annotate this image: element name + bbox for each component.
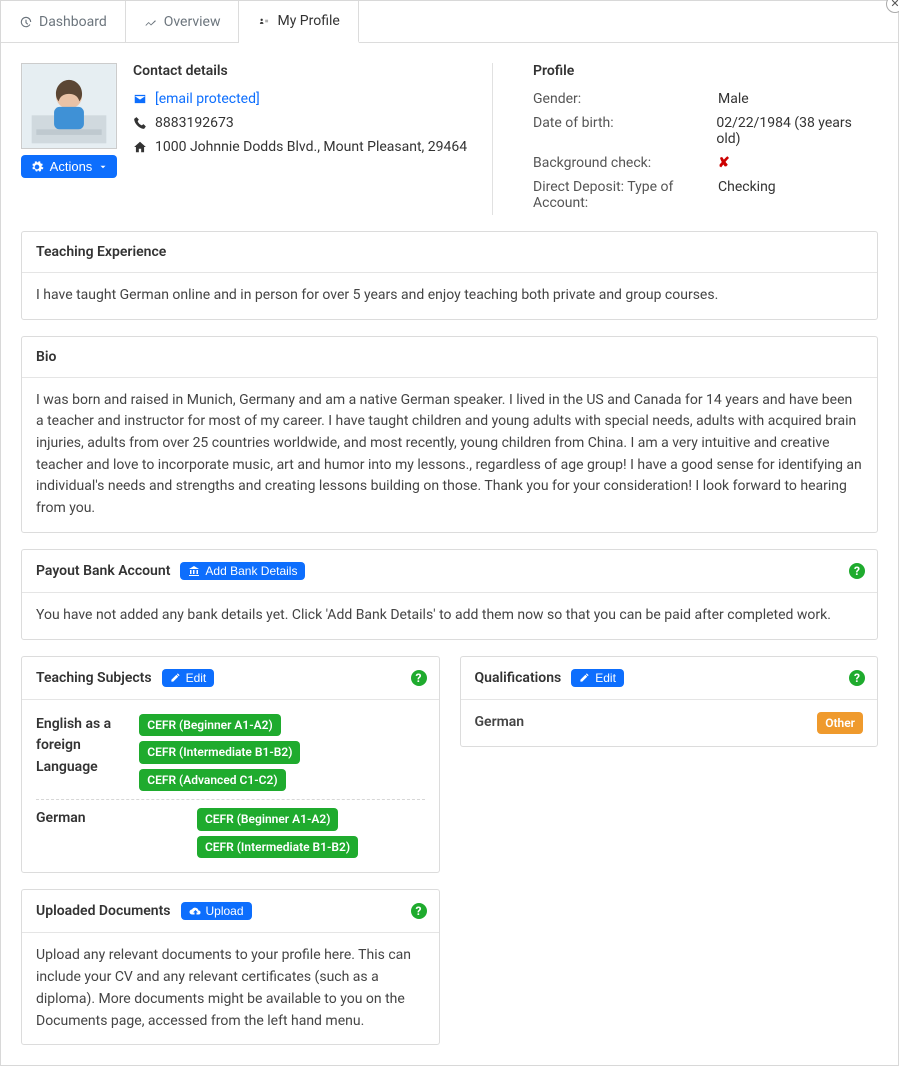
background-check-label: Background check: xyxy=(533,155,718,171)
tab-label: My Profile xyxy=(277,13,339,29)
bio-body: I was born and raised in Munich, Germany… xyxy=(22,378,877,532)
avatar xyxy=(21,63,117,149)
level-badge: CEFR (Advanced C1-C2) xyxy=(139,769,285,792)
uploaded-documents-heading: Uploaded Documents xyxy=(36,903,171,919)
avatar-column: Actions xyxy=(21,63,117,215)
teaching-subjects-card: Teaching Subjects Edit ? English as a fo… xyxy=(21,656,440,874)
phone-value: 8883192673 xyxy=(155,115,234,131)
tab-dashboard[interactable]: Dashboard xyxy=(1,1,126,42)
actions-label: Actions xyxy=(50,159,93,174)
qualifications-card: Qualifications Edit ? German Other xyxy=(460,656,879,748)
bank-icon xyxy=(188,565,200,577)
qualification-tag: Other xyxy=(817,712,863,735)
contact-details: Contact details [email protected] 888319… xyxy=(133,63,493,215)
upload-button[interactable]: Upload xyxy=(181,902,252,920)
help-icon[interactable]: ? xyxy=(849,670,865,686)
caret-down-icon xyxy=(98,162,108,172)
payout-heading: Payout Bank Account xyxy=(36,563,170,579)
help-icon[interactable]: ? xyxy=(849,563,865,579)
chart-line-icon xyxy=(144,15,158,29)
envelope-icon xyxy=(133,92,147,106)
dob-label: Date of birth: xyxy=(533,115,716,147)
level-badge: CEFR (Intermediate B1-B2) xyxy=(197,836,358,859)
tab-my-profile[interactable]: My Profile xyxy=(239,1,358,43)
edit-subjects-button[interactable]: Edit xyxy=(162,669,215,687)
payout-card: Payout Bank Account Add Bank Details ? Y… xyxy=(21,549,878,640)
tab-label: Overview xyxy=(164,14,221,30)
edit-qualifications-label: Edit xyxy=(595,671,616,685)
level-badge: CEFR (Intermediate B1-B2) xyxy=(139,741,300,764)
qualifications-heading: Qualifications xyxy=(475,670,562,686)
gender-value: Male xyxy=(718,91,749,107)
pencil-icon xyxy=(170,672,181,683)
upload-label: Upload xyxy=(206,904,244,918)
profile-header-row: Actions Contact details [email protected… xyxy=(21,63,878,215)
gender-label: Gender: xyxy=(533,91,718,107)
gear-icon xyxy=(30,160,44,174)
phone-icon xyxy=(133,116,147,130)
profile-details: Profile Gender: Male Date of birth: 02/2… xyxy=(509,63,878,215)
tab-bar: Dashboard Overview My Profile xyxy=(1,1,898,43)
cloud-upload-icon xyxy=(189,905,201,917)
uploaded-documents-card: Uploaded Documents Upload ? Upload any r… xyxy=(21,889,440,1045)
profile-heading: Profile xyxy=(533,63,878,79)
direct-deposit-value: Checking xyxy=(718,179,776,211)
level-badge: CEFR (Beginner A1-A2) xyxy=(197,808,339,831)
payout-body: You have not added any bank details yet.… xyxy=(22,593,877,639)
tab-label: Dashboard xyxy=(39,14,107,30)
add-bank-details-button[interactable]: Add Bank Details xyxy=(180,562,305,580)
qualification-row: German Other xyxy=(475,706,864,741)
subject-name: English as a foreign Language xyxy=(36,714,129,792)
address-value: 1000 Johnnie Dodds Blvd., Mount Pleasant… xyxy=(155,139,467,155)
teaching-experience-heading: Teaching Experience xyxy=(22,232,877,273)
qualification-name: German xyxy=(475,712,525,734)
teaching-subjects-heading: Teaching Subjects xyxy=(36,670,152,686)
subject-row: German CEFR (Beginner A1-A2) CEFR (Inter… xyxy=(36,799,425,866)
id-card-icon xyxy=(257,14,271,28)
tab-overview[interactable]: Overview xyxy=(126,1,240,42)
help-icon[interactable]: ? xyxy=(411,670,427,686)
teaching-experience-card: Teaching Experience I have taught German… xyxy=(21,231,878,320)
actions-button[interactable]: Actions xyxy=(21,155,117,178)
content-area: Actions Contact details [email protected… xyxy=(1,43,898,1065)
direct-deposit-label: Direct Deposit: Type of Account: xyxy=(533,179,718,211)
dob-value: 02/22/1984 (38 years old) xyxy=(716,115,878,147)
email-link[interactable]: [email protected] xyxy=(155,91,260,107)
add-bank-details-label: Add Bank Details xyxy=(205,564,297,578)
home-icon xyxy=(133,140,147,154)
help-icon[interactable]: ? xyxy=(411,903,427,919)
background-check-value: ✘ xyxy=(718,155,730,171)
subject-row: English as a foreign Language CEFR (Begi… xyxy=(36,706,425,800)
pencil-icon xyxy=(579,672,590,683)
subject-name: German xyxy=(36,808,147,858)
teaching-experience-body: I have taught German online and in perso… xyxy=(22,273,877,319)
gauge-icon xyxy=(19,15,33,29)
edit-subjects-label: Edit xyxy=(186,671,207,685)
level-badge: CEFR (Beginner A1-A2) xyxy=(139,714,281,737)
bio-card: Bio I was born and raised in Munich, Ger… xyxy=(21,336,878,533)
bio-heading: Bio xyxy=(22,337,877,378)
profile-window: ✕ Dashboard Overview My Profile xyxy=(0,0,899,1066)
uploaded-documents-body: Upload any relevant documents to your pr… xyxy=(22,933,439,1044)
contact-heading: Contact details xyxy=(133,63,478,79)
edit-qualifications-button[interactable]: Edit xyxy=(571,669,624,687)
